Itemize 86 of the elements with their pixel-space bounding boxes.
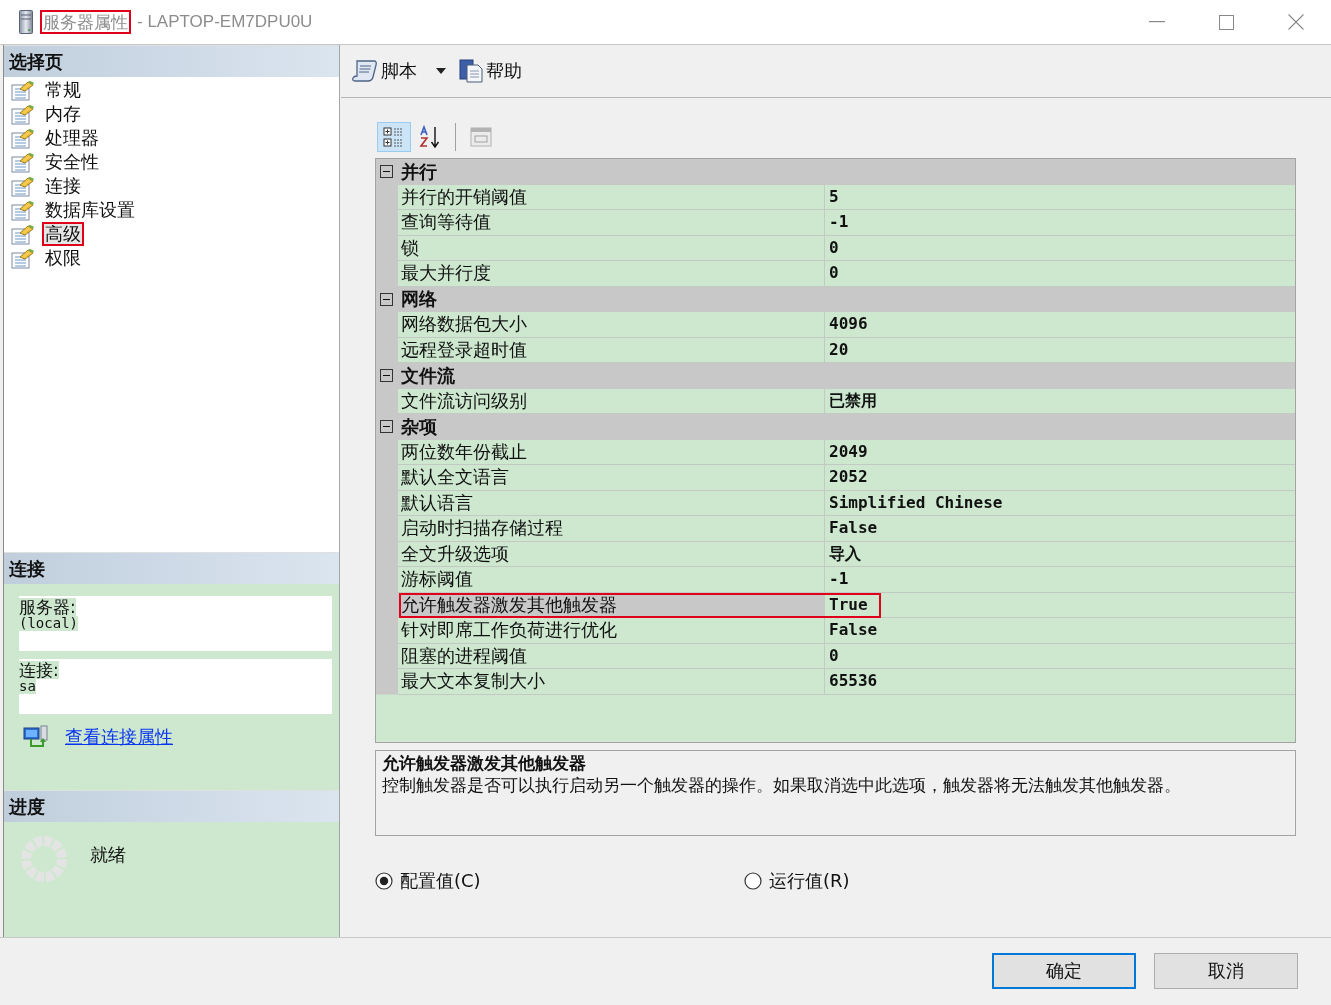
property-value[interactable]: 4096 <box>825 312 1295 338</box>
radio-button[interactable] <box>744 872 762 890</box>
page-icon <box>11 199 35 221</box>
page-icon <box>11 103 35 125</box>
property-name[interactable]: 阻塞的进程阈值 <box>398 643 825 669</box>
collapse-icon[interactable] <box>380 165 393 179</box>
computer-icon <box>23 725 49 749</box>
description-text: 控制触发器是否可以执行启动另一个触发器的操作。如果取消选中此选项，触发器将无法触发其他触发器。 <box>382 774 1182 796</box>
property-value[interactable]: False <box>825 516 1295 542</box>
sidebar-item[interactable]: 权限 <box>42 246 84 270</box>
category-name: 并行 <box>401 159 437 184</box>
progress-status: 就绪 <box>90 843 126 867</box>
page-icon <box>11 247 35 269</box>
sidebar-item[interactable]: 安全性 <box>42 150 102 174</box>
property-value[interactable]: 65536 <box>825 669 1295 695</box>
property-name[interactable]: 最大文本复制大小 <box>398 669 825 695</box>
section-title: 选择页 <box>9 49 63 74</box>
section-title: 进度 <box>9 794 45 819</box>
sidebar-item[interactable]: 连接 <box>42 174 84 198</box>
property-value[interactable]: 2049 <box>825 439 1295 465</box>
sort-icon <box>419 125 441 149</box>
categorized-list-icon <box>383 126 405 148</box>
sidebar-item[interactable]: 内存 <box>42 102 84 126</box>
page-icon <box>11 223 35 245</box>
property-value[interactable]: 5 <box>825 184 1295 210</box>
property-name[interactable]: 并行的开销阈值 <box>398 184 825 210</box>
property-name[interactable]: 启动时扫描存储过程 <box>398 516 825 542</box>
close-icon[interactable] <box>1288 14 1304 30</box>
documents-icon <box>459 59 483 83</box>
window-title: 服务器属性 <box>40 10 131 34</box>
property-value[interactable]: 0 <box>825 261 1295 287</box>
field-value: sa <box>19 679 36 694</box>
property-name[interactable]: 网络数据包大小 <box>398 312 825 338</box>
categorized-button[interactable] <box>377 122 411 152</box>
property-value[interactable]: 2052 <box>825 465 1295 491</box>
property-name[interactable]: 默认语言 <box>398 490 825 516</box>
collapse-icon[interactable] <box>380 420 393 434</box>
property-value[interactable]: Simplified Chinese <box>825 490 1295 516</box>
property-name[interactable]: 针对即席工作负荷进行优化 <box>398 618 825 644</box>
connection-properties-link[interactable]: 查看连接属性 <box>65 725 173 749</box>
script-button[interactable]: 脚本 <box>350 57 451 85</box>
field-label: 连接: <box>19 661 59 679</box>
sidebar-item[interactable]: 数据库设置 <box>42 198 138 222</box>
property-value[interactable]: -1 <box>825 567 1295 593</box>
property-name[interactable]: 默认全文语言 <box>398 465 825 491</box>
dialog-button[interactable]: 取消 <box>1154 953 1298 989</box>
caret-icon[interactable] <box>436 68 446 74</box>
window-subtitle: - LAPTOP-EM7DPU0U <box>137 12 313 32</box>
field-value: (local) <box>19 616 78 631</box>
sidebar-item[interactable]: 高级 <box>42 222 84 246</box>
property-value[interactable]: 导入 <box>825 541 1295 567</box>
description-title: 允许触发器激发其他触发器 <box>382 752 587 774</box>
minimize-icon[interactable] <box>1149 21 1165 23</box>
help-button[interactable]: 帮助 <box>457 57 524 85</box>
property-value[interactable]: False <box>825 618 1295 644</box>
page-icon <box>11 127 35 149</box>
property-name[interactable]: 两位数年份截止 <box>398 439 825 465</box>
property-value[interactable]: 0 <box>825 235 1295 261</box>
property-value[interactable]: 0 <box>825 643 1295 669</box>
property-name[interactable]: 最大并行度 <box>398 261 825 287</box>
collapse-icon[interactable] <box>380 292 393 306</box>
page-icon <box>11 151 35 173</box>
radio-button[interactable] <box>375 872 393 890</box>
maximize-icon[interactable] <box>1219 14 1234 30</box>
section-title: 连接 <box>9 556 45 581</box>
collapse-icon[interactable] <box>380 369 393 383</box>
property-name[interactable]: 全文升级选项 <box>398 541 825 567</box>
scroll-icon <box>352 59 378 83</box>
property-pages-icon <box>470 127 492 147</box>
property-value[interactable]: True <box>825 592 1295 618</box>
category-name: 杂项 <box>401 414 437 439</box>
property-value[interactable]: -1 <box>825 210 1295 236</box>
dialog-button[interactable]: 确定 <box>992 953 1136 989</box>
property-name[interactable]: 锁 <box>398 235 825 261</box>
page-icon <box>11 79 35 101</box>
category-name: 文件流 <box>401 363 455 388</box>
radio-label[interactable]: 运行值(R) <box>769 869 850 893</box>
sidebar-item[interactable]: 常规 <box>42 78 84 102</box>
category-name: 网络 <box>401 287 437 312</box>
server-icon <box>19 10 33 34</box>
property-name[interactable]: 查询等待值 <box>398 210 825 236</box>
radio-label[interactable]: 配置值(C) <box>400 869 481 893</box>
field-label: 服务器: <box>19 598 76 616</box>
sidebar-item[interactable]: 处理器 <box>42 126 102 150</box>
property-name[interactable]: 游标阈值 <box>398 567 825 593</box>
page-icon <box>11 175 35 197</box>
